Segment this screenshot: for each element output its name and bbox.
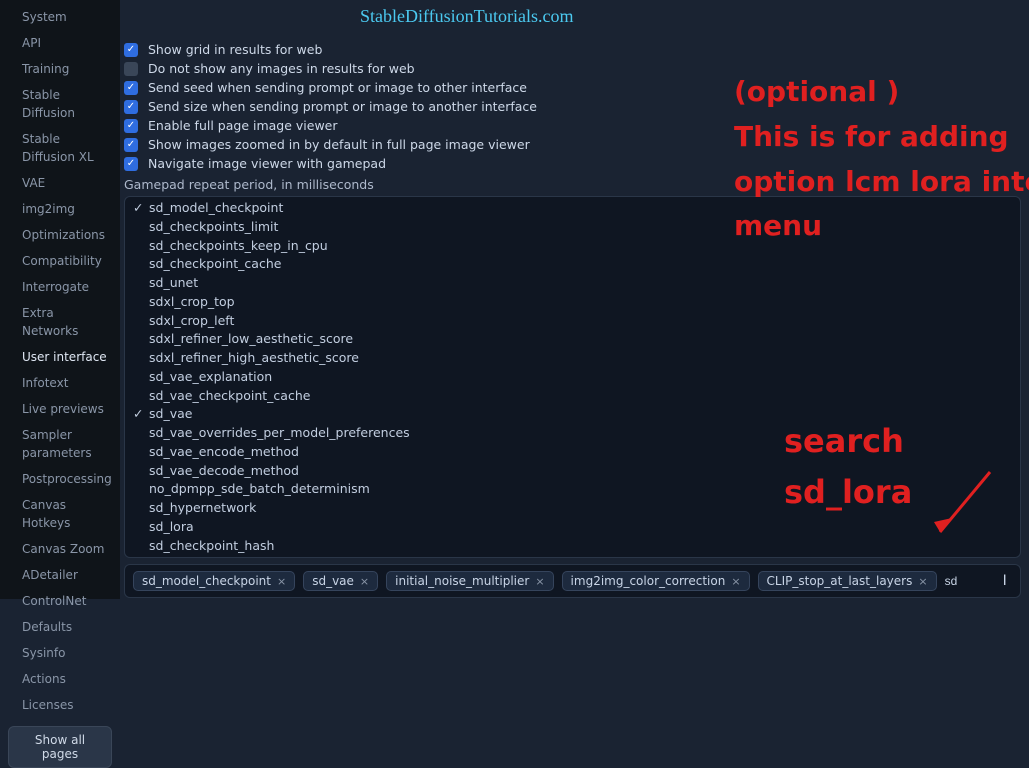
tag: sd_model_checkpoint× <box>133 571 295 591</box>
tag-remove-icon[interactable]: × <box>731 575 740 588</box>
checkbox-icon[interactable]: ✓ <box>124 138 138 152</box>
sidebar-item-stable-diffusion[interactable]: Stable Diffusion <box>0 82 120 126</box>
setting-send-seed[interactable]: ✓ Send seed when sending prompt or image… <box>124 78 1021 97</box>
sidebar-item-postprocessing[interactable]: Postprocessing <box>0 466 120 492</box>
sidebar-item-img2img[interactable]: img2img <box>0 196 120 222</box>
dropdown-item[interactable]: ✓sd_vae <box>125 405 1020 424</box>
dropdown-item[interactable]: sd_unet <box>125 274 1020 293</box>
dropdown-item[interactable]: ✓sd_model_checkpoint <box>125 199 1020 218</box>
checkbox-icon[interactable] <box>124 62 138 76</box>
dropdown-item[interactable]: sdxl_refiner_low_aesthetic_score <box>125 330 1020 349</box>
checkbox-icon[interactable]: ✓ <box>124 119 138 133</box>
sidebar-item-live-previews[interactable]: Live previews <box>0 396 120 422</box>
sidebar-item-api[interactable]: API <box>0 30 120 56</box>
sidebar-item-canvas-hotkeys[interactable]: Canvas Hotkeys <box>0 492 120 536</box>
dropdown-item[interactable]: sd_checkpoints_keep_in_cpu <box>125 237 1020 256</box>
setting-send-size[interactable]: ✓ Send size when sending prompt or image… <box>124 97 1021 116</box>
sidebar-item-sysinfo[interactable]: Sysinfo <box>0 640 120 666</box>
dropdown-item[interactable]: no_dpmpp_sde_batch_determinism <box>125 480 1020 499</box>
tag-remove-icon[interactable]: × <box>360 575 369 588</box>
setting-label: Enable full page image viewer <box>148 118 338 133</box>
sidebar-item-sampler-parameters[interactable]: Sampler parameters <box>0 422 120 466</box>
tag-search-input[interactable] <box>945 574 985 588</box>
tag-remove-icon[interactable]: × <box>918 575 927 588</box>
setting-gamepad-nav[interactable]: ✓ Navigate image viewer with gamepad <box>124 154 1021 173</box>
setting-label: Show images zoomed in by default in full… <box>148 137 530 152</box>
sidebar-item-training[interactable]: Training <box>0 56 120 82</box>
setting-full-page-viewer[interactable]: ✓ Enable full page image viewer <box>124 116 1021 135</box>
dropdown-item[interactable]: sdxl_crop_top <box>125 293 1020 312</box>
dropdown-item[interactable]: sdxl_refiner_high_aesthetic_score <box>125 349 1020 368</box>
main-panel: StableDiffusionTutorials.com ✓ Show grid… <box>120 0 1029 599</box>
sidebar-item-defaults[interactable]: Defaults <box>0 614 120 640</box>
setting-label: Send seed when sending prompt or image t… <box>148 80 527 95</box>
check-icon: ✓ <box>133 199 143 218</box>
checkbox-icon[interactable]: ✓ <box>124 157 138 171</box>
sidebar-item-infotext[interactable]: Infotext <box>0 370 120 396</box>
checkbox-icon[interactable]: ✓ <box>124 43 138 57</box>
setting-no-images[interactable]: Do not show any images in results for we… <box>124 59 1021 78</box>
sidebar: System API Training Stable Diffusion Sta… <box>0 0 120 599</box>
setting-label: Navigate image viewer with gamepad <box>148 156 386 171</box>
dropdown-item[interactable]: sd_vae_encode_method <box>125 443 1020 462</box>
tag: CLIP_stop_at_last_layers× <box>758 571 937 591</box>
sidebar-item-controlnet[interactable]: ControlNet <box>0 588 120 614</box>
tag-remove-icon[interactable]: × <box>277 575 286 588</box>
dropdown-item[interactable]: sd_checkpoint_hash <box>125 537 1020 556</box>
sidebar-item-vae[interactable]: VAE <box>0 170 120 196</box>
dropdown-item[interactable]: sd_vae_checkpoint_cache <box>125 387 1020 406</box>
sidebar-item-actions[interactable]: Actions <box>0 666 120 692</box>
sidebar-item-extra-networks[interactable]: Extra Networks <box>0 300 120 344</box>
check-icon: ✓ <box>133 405 143 424</box>
text-cursor-icon: I <box>1003 573 1007 589</box>
dropdown-item[interactable]: sd_vae_overrides_per_model_preferences <box>125 424 1020 443</box>
dropdown-item[interactable]: sd_vae_decode_method <box>125 462 1020 481</box>
dropdown-item[interactable]: sdxl_crop_left <box>125 312 1020 331</box>
sidebar-item-canvas-zoom[interactable]: Canvas Zoom <box>0 536 120 562</box>
dropdown-item[interactable]: sd_vae_explanation <box>125 368 1020 387</box>
tag: sd_vae× <box>303 571 378 591</box>
quicksettings-dropdown[interactable]: ✓sd_model_checkpoint sd_checkpoints_limi… <box>124 196 1021 558</box>
dropdown-item[interactable]: sd_lora <box>125 518 1020 537</box>
tag: initial_noise_multiplier× <box>386 571 553 591</box>
checkbox-icon[interactable]: ✓ <box>124 100 138 114</box>
watermark-text: StableDiffusionTutorials.com <box>360 6 574 27</box>
setting-label: Do not show any images in results for we… <box>148 61 415 76</box>
setting-zoom-default[interactable]: ✓ Show images zoomed in by default in fu… <box>124 135 1021 154</box>
show-all-pages-button[interactable]: Show all pages <box>8 726 112 768</box>
checkbox-icon[interactable]: ✓ <box>124 81 138 95</box>
tag-remove-icon[interactable]: × <box>535 575 544 588</box>
sidebar-item-adetailer[interactable]: ADetailer <box>0 562 120 588</box>
setting-label: Show grid in results for web <box>148 42 322 57</box>
sidebar-item-user-interface[interactable]: User interface <box>0 344 120 370</box>
sidebar-item-stable-diffusion-xl[interactable]: Stable Diffusion XL <box>0 126 120 170</box>
sidebar-item-interrogate[interactable]: Interrogate <box>0 274 120 300</box>
dropdown-item[interactable]: sd_checkpoints_limit <box>125 218 1020 237</box>
sidebar-item-system[interactable]: System <box>0 4 120 30</box>
quicksettings-tags-input[interactable]: sd_model_checkpoint× sd_vae× initial_noi… <box>124 564 1021 598</box>
setting-show-grid[interactable]: ✓ Show grid in results for web <box>124 40 1021 59</box>
sidebar-item-optimizations[interactable]: Optimizations <box>0 222 120 248</box>
tag: img2img_color_correction× <box>562 571 750 591</box>
sidebar-item-compatibility[interactable]: Compatibility <box>0 248 120 274</box>
dropdown-item[interactable]: sd_checkpoint_cache <box>125 255 1020 274</box>
setting-label: Send size when sending prompt or image t… <box>148 99 537 114</box>
sidebar-item-licenses[interactable]: Licenses <box>0 692 120 718</box>
gamepad-repeat-label: Gamepad repeat period, in milliseconds <box>124 173 1021 194</box>
dropdown-item[interactable]: sd_hypernetwork <box>125 499 1020 518</box>
